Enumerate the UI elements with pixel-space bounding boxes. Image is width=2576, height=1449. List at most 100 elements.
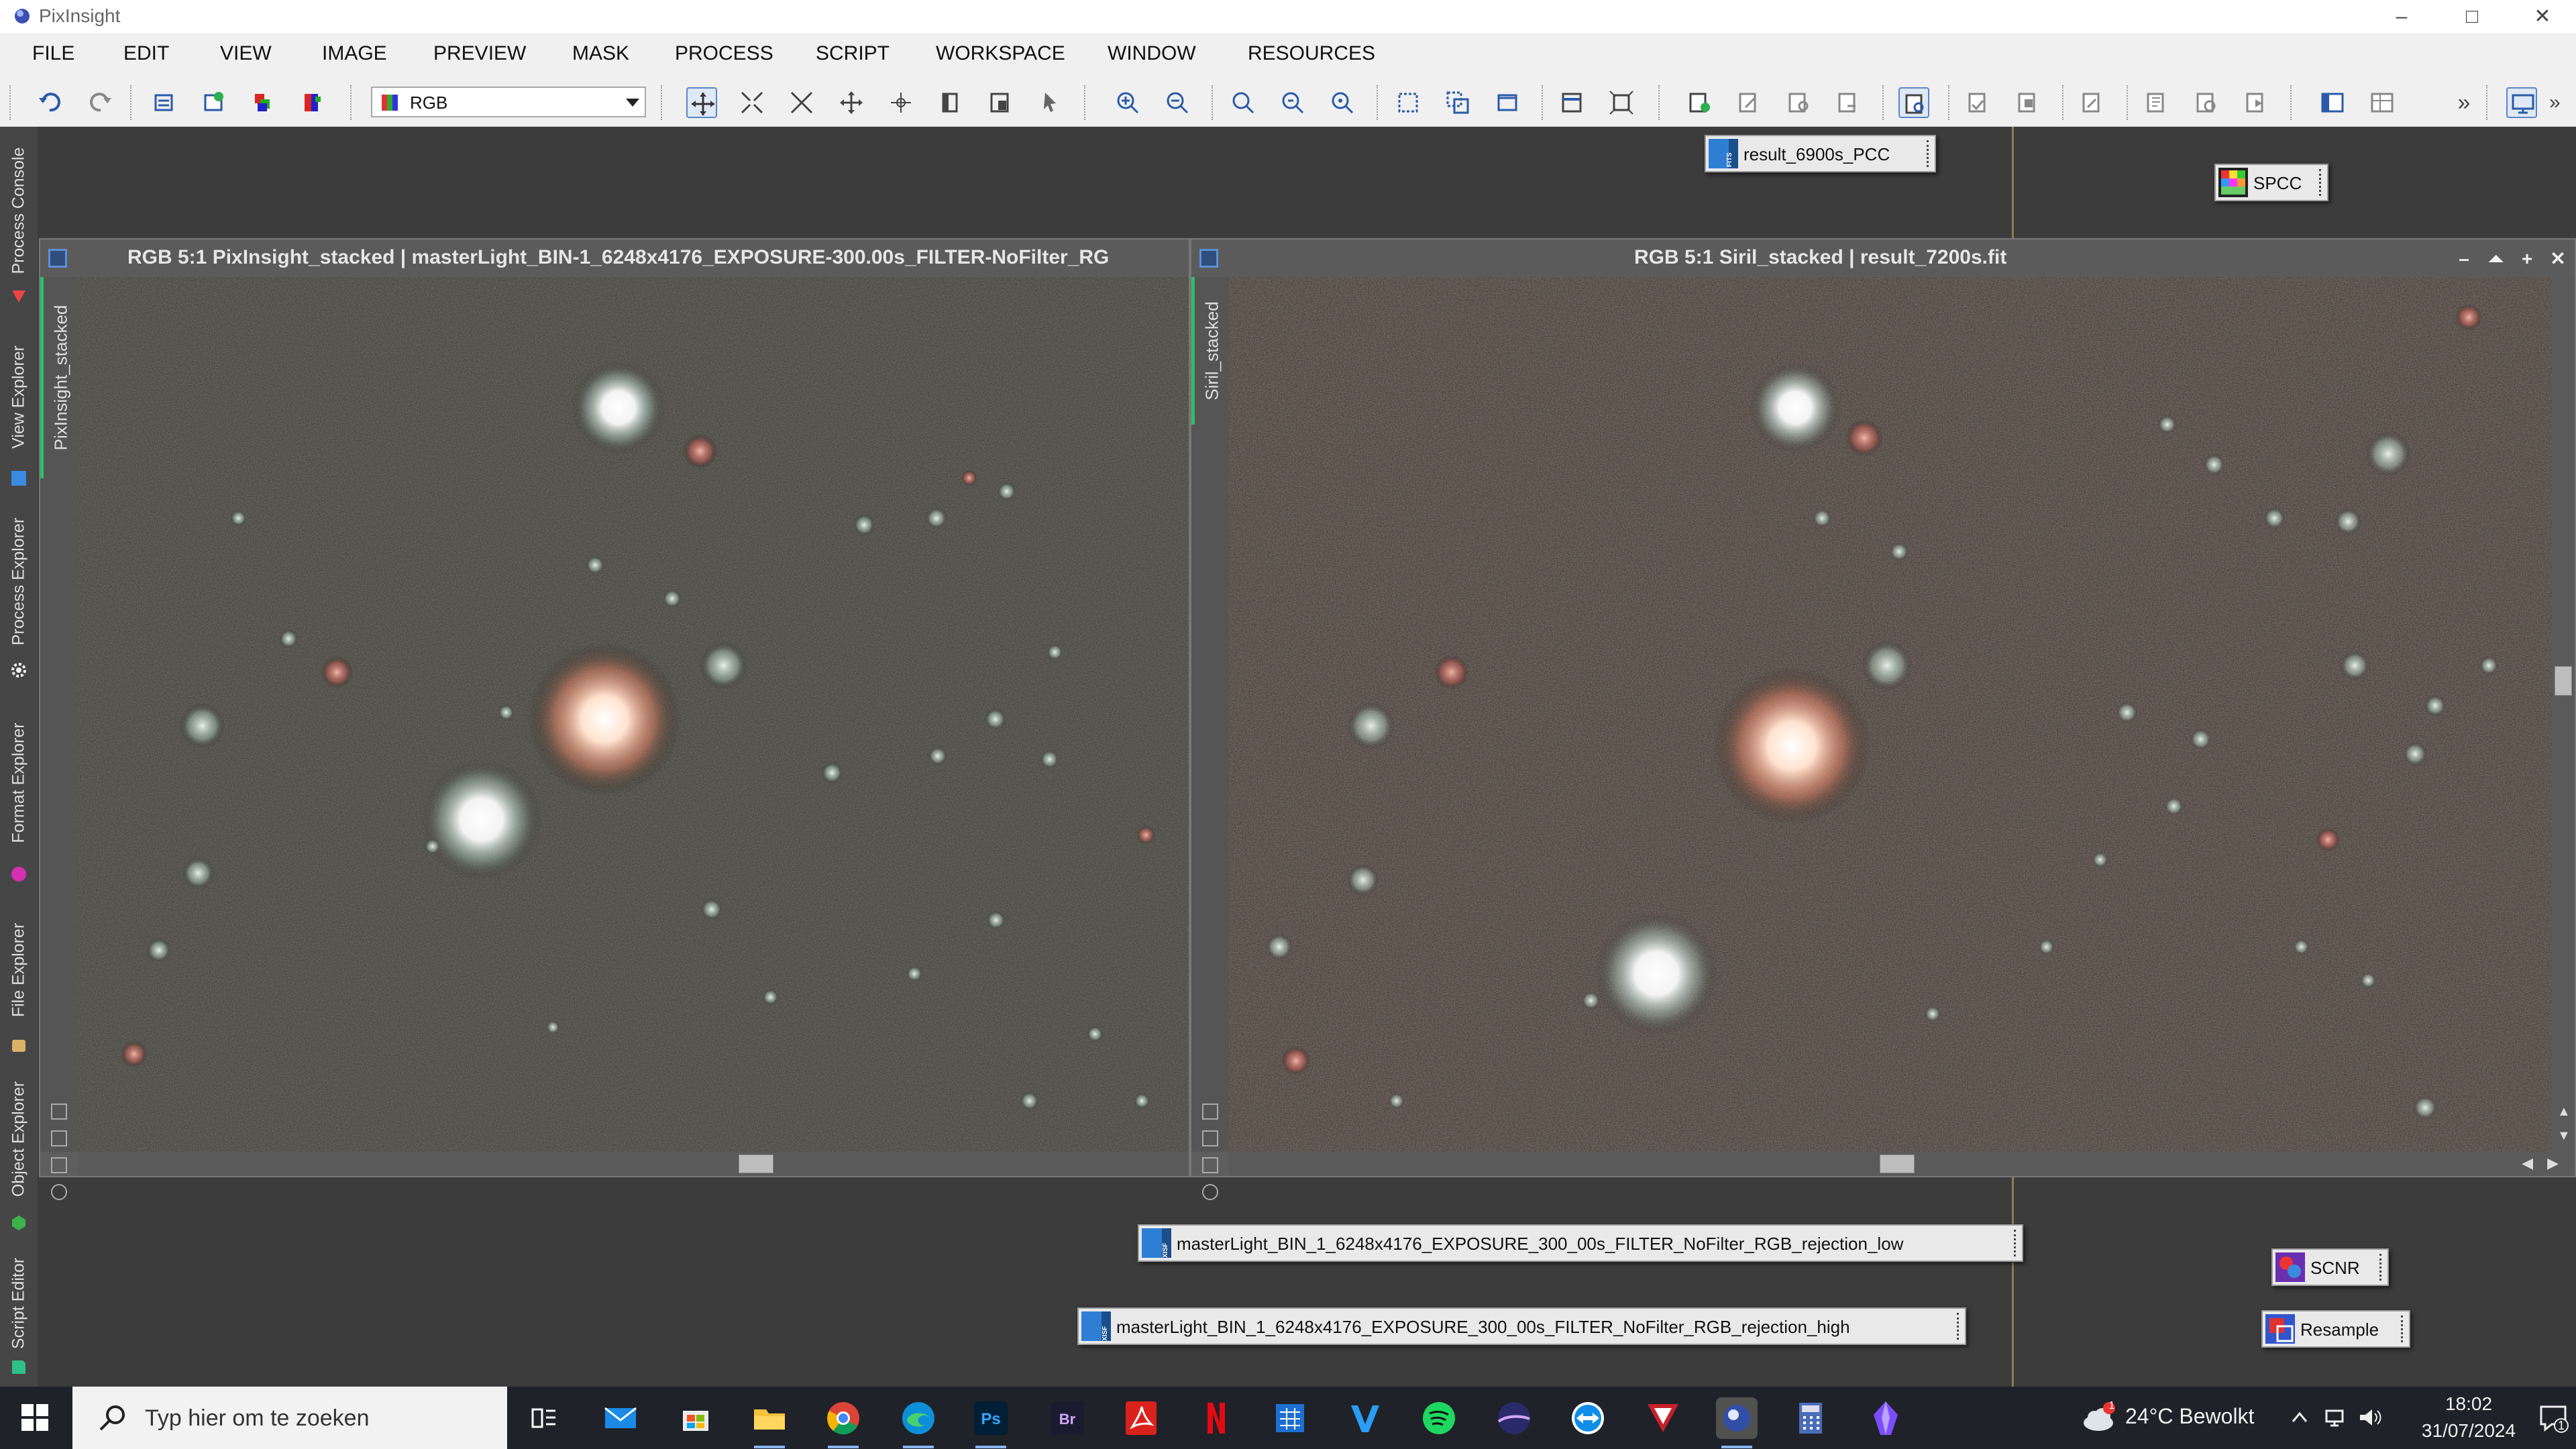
tab-view-explorer[interactable]: View Explorer: [0, 321, 38, 489]
screen-transfer-icon[interactable]: [1492, 87, 1523, 118]
weather-text[interactable]: 24°C Bewolkt: [2125, 1404, 2254, 1429]
zoom-optimal-icon[interactable]: [1327, 87, 1358, 118]
scrollbar-thumb[interactable]: [1880, 1155, 1915, 1173]
image-info-icon[interactable]: [149, 87, 180, 118]
menu-edit[interactable]: EDIT: [123, 42, 169, 65]
pan-mode-icon[interactable]: [686, 87, 717, 118]
zoom-to-fit-icon[interactable]: [786, 87, 817, 118]
extract-channels-icon[interactable]: [298, 87, 329, 118]
teamviewer-icon[interactable]: [1567, 1397, 1609, 1439]
mask-visible-icon[interactable]: [1898, 87, 1929, 118]
chrome-icon[interactable]: [822, 1397, 864, 1448]
image-canvas[interactable]: [78, 277, 1189, 1152]
tab-script-editor[interactable]: Script Editor: [0, 1247, 38, 1381]
network-icon[interactable]: [2321, 1404, 2348, 1431]
pixinsight-icon[interactable]: [1716, 1397, 1758, 1448]
redo-icon[interactable]: [85, 87, 115, 118]
fit-icon[interactable]: [51, 1130, 67, 1146]
edit-preview-icon[interactable]: [1733, 87, 1764, 118]
fit-icon[interactable]: [1202, 1130, 1218, 1146]
shrink-icon[interactable]: [1202, 1104, 1218, 1120]
file-explorer-icon[interactable]: [749, 1397, 790, 1448]
zoom-in-icon[interactable]: [1112, 87, 1143, 118]
vertical-scrollbar[interactable]: ▲ ▼: [2552, 277, 2575, 1152]
grid-panel-icon[interactable]: [2367, 87, 2398, 118]
clone-icon[interactable]: [1202, 1157, 1218, 1173]
taskbar-search-box[interactable]: Typ hier om te zoeken: [72, 1387, 507, 1449]
scroll-down-icon[interactable]: ▼: [2557, 1128, 2571, 1144]
edge-icon[interactable]: [898, 1397, 939, 1448]
tab-object-explorer[interactable]: Object Explorer: [0, 1066, 38, 1240]
zoom-fit-icon[interactable]: [1277, 87, 1308, 118]
mask-invert-icon[interactable]: [2012, 87, 2043, 118]
obsidian-icon[interactable]: [1865, 1397, 1907, 1439]
window-layout-icon[interactable]: [1556, 87, 1587, 118]
window-minimize-button[interactable]: –: [2453, 248, 2475, 270]
explorer-panel-icon[interactable]: [2317, 87, 2348, 118]
menu-workspace[interactable]: WORKSPACE: [936, 42, 1065, 65]
window-close-button[interactable]: ✕: [2546, 248, 2569, 270]
minimize-button[interactable]: –: [2365, 0, 2438, 33]
store-preview-icon[interactable]: [1783, 87, 1814, 118]
window-shade-button[interactable]: ⏶: [2485, 248, 2508, 270]
close-button[interactable]: ✕: [2506, 0, 2576, 33]
image-window-siril-stacked[interactable]: RGB 5:1 Siril_stacked | result_7200s.fit…: [1190, 238, 2576, 1200]
window-menu-icon[interactable]: [48, 249, 67, 268]
chevron-up-icon[interactable]: [2286, 1404, 2313, 1431]
image-canvas[interactable]: [1229, 277, 2552, 1152]
tab-format-explorer[interactable]: Format Explorer: [0, 704, 38, 892]
menu-window[interactable]: WINDOW: [1108, 42, 1196, 65]
scroll-up-icon[interactable]: ▲: [2557, 1104, 2571, 1120]
menu-preview[interactable]: PREVIEW: [433, 42, 526, 65]
view-tab-siril-stacked[interactable]: Siril_stacked: [1191, 277, 1229, 425]
task-view-icon[interactable]: [523, 1397, 565, 1439]
icon-spcc[interactable]: SPCC: [2214, 164, 2328, 201]
icon-result-pcc[interactable]: FITS result_6900s_PCC: [1705, 135, 1936, 172]
restore-preview-icon[interactable]: [1833, 87, 1864, 118]
stellarium-icon[interactable]: [1493, 1397, 1535, 1439]
horizontal-scrollbar[interactable]: ◀ ▶: [1229, 1152, 2575, 1176]
store-icon[interactable]: [675, 1397, 716, 1439]
undo-icon[interactable]: [35, 87, 66, 118]
window-maximize-button[interactable]: +: [2516, 248, 2538, 270]
clone-icon[interactable]: [51, 1157, 67, 1173]
tab-file-explorer[interactable]: File Explorer: [0, 905, 38, 1059]
maximize-button[interactable]: □: [2435, 0, 2509, 33]
scrollbar-thumb[interactable]: [2555, 666, 2572, 696]
fit-window-icon[interactable]: [1606, 87, 1637, 118]
target-icon[interactable]: [1202, 1184, 1218, 1200]
window-menu-icon[interactable]: [1199, 249, 1218, 268]
spotify-icon[interactable]: [1418, 1397, 1460, 1439]
toolbar-overflow-button-2[interactable]: »: [2549, 87, 2569, 118]
menu-view[interactable]: VIEW: [220, 42, 272, 65]
photoshop-icon[interactable]: Ps: [970, 1397, 1012, 1448]
calculator-alt-icon[interactable]: [1269, 1397, 1311, 1439]
bridge-icon[interactable]: Br: [1046, 1397, 1088, 1439]
readout-icon[interactable]: [885, 87, 916, 118]
windows-start-icon[interactable]: [20, 1403, 50, 1432]
menu-mask[interactable]: MASK: [572, 42, 629, 65]
new-preview-icon[interactable]: [1684, 87, 1715, 118]
mail-icon[interactable]: [600, 1397, 641, 1439]
clock-time[interactable]: 18:02: [2415, 1393, 2522, 1415]
menu-resources[interactable]: RESOURCES: [1248, 42, 1375, 65]
menu-script[interactable]: SCRIPT: [816, 42, 890, 65]
scroll-left-icon[interactable]: ◀: [2522, 1155, 2533, 1172]
select-region-icon[interactable]: [1393, 87, 1424, 118]
calculator-icon[interactable]: [1790, 1397, 1831, 1439]
netflix-icon[interactable]: [1195, 1397, 1237, 1439]
history-icon[interactable]: [2141, 87, 2172, 118]
icon-resample[interactable]: Resample: [2261, 1310, 2410, 1348]
tab-process-console[interactable]: Process Console: [0, 132, 38, 307]
window-caption[interactable]: RGB 5:1 Siril_stacked | result_7200s.fit…: [1191, 239, 2575, 277]
target-icon[interactable]: [51, 1184, 67, 1200]
menu-process[interactable]: PROCESS: [675, 42, 773, 65]
horizontal-scrollbar[interactable]: [78, 1152, 1189, 1176]
vegas-icon[interactable]: [1344, 1397, 1386, 1439]
scroll-right-icon[interactable]: ▶: [2547, 1155, 2559, 1172]
volume-icon[interactable]: [2356, 1404, 2383, 1431]
channel-select[interactable]: RGB: [371, 87, 646, 117]
scrollbar-thumb[interactable]: [739, 1155, 773, 1173]
pointer-icon[interactable]: [1034, 87, 1065, 118]
channels-icon[interactable]: [248, 87, 279, 118]
